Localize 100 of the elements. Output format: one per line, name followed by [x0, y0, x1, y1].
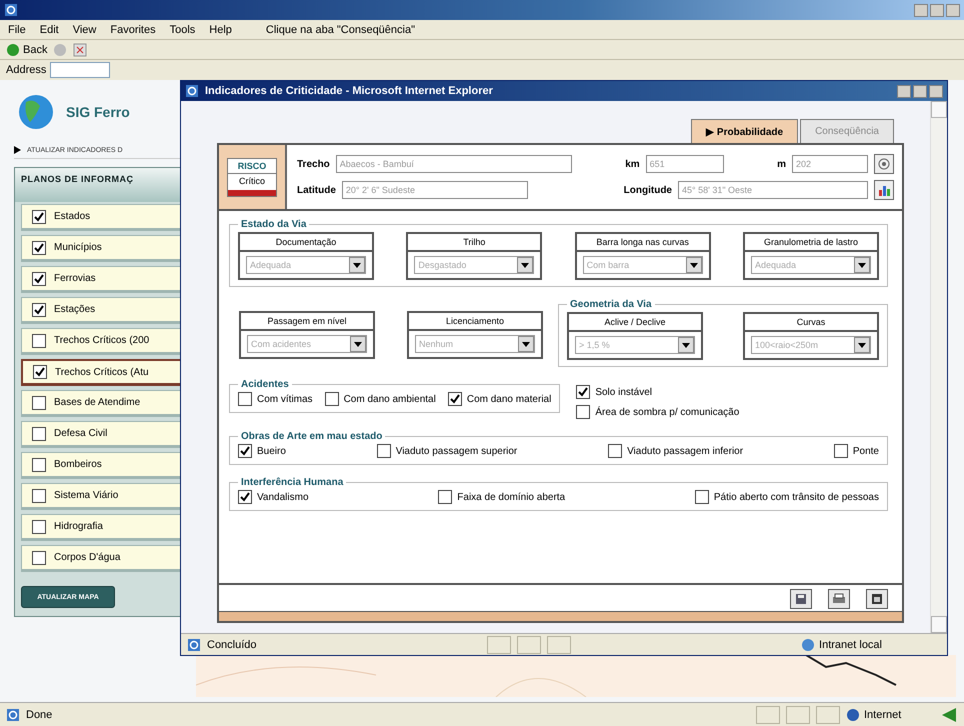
arrow-icon — [14, 146, 21, 154]
checkbox[interactable] — [32, 210, 46, 224]
target-icon — [878, 158, 890, 170]
section-title: Obras de Arte em mau estado — [240, 431, 384, 442]
close-button[interactable] — [946, 4, 960, 16]
menu-item[interactable]: View — [72, 24, 96, 36]
zone-label: Internet — [864, 708, 902, 720]
menu-item[interactable]: Tools — [170, 24, 196, 36]
status-text: Concluído — [207, 638, 257, 650]
back-button[interactable]: Back — [6, 42, 48, 56]
checkbox[interactable] — [32, 426, 46, 440]
checkbox[interactable] — [694, 490, 709, 504]
layer-label: Municípios — [54, 242, 102, 253]
checkbox-label: Vandalismo — [257, 492, 309, 502]
menu-item[interactable]: Favorites — [110, 24, 156, 36]
checkbox[interactable] — [32, 272, 46, 286]
status-pane — [816, 706, 840, 724]
bar-chart-icon — [878, 184, 890, 196]
checkbox[interactable] — [438, 490, 452, 504]
risk-label: RISCO — [228, 158, 276, 174]
checkbox[interactable] — [238, 392, 252, 406]
dropdown-arrow-icon — [858, 262, 866, 268]
checkbox[interactable] — [32, 396, 46, 410]
select-label: Licenciamento — [409, 313, 541, 331]
dropdown-arrow-icon — [682, 342, 690, 348]
minimize-button[interactable] — [914, 4, 928, 16]
globe-icon — [846, 708, 860, 722]
stop-icon[interactable] — [73, 42, 88, 56]
field-label: m — [777, 158, 786, 170]
browser-icon — [4, 3, 18, 17]
menu-item[interactable]: Help — [209, 24, 232, 36]
chart-button[interactable] — [874, 180, 894, 200]
zone-label: Intranet local — [819, 638, 882, 650]
checkbox[interactable] — [576, 385, 590, 399]
dropdown-arrow-icon — [521, 262, 530, 268]
dropdown-arrow-icon — [522, 342, 530, 346]
select-label: Documentação — [240, 234, 372, 252]
maximize-button[interactable] — [930, 4, 944, 16]
save-button[interactable] — [790, 589, 812, 609]
layer-label: Estações — [54, 304, 96, 315]
select-label: Aclive / Declive — [569, 314, 701, 332]
checkbox[interactable] — [32, 520, 46, 534]
section-title: Interferência Humana — [240, 477, 344, 488]
checkbox[interactable] — [32, 488, 46, 502]
layer-label: Sistema Viário — [54, 490, 118, 501]
page-icon — [6, 708, 20, 722]
arrow-icon — [942, 708, 958, 722]
menu-item[interactable]: File — [8, 24, 26, 36]
checkbox[interactable] — [32, 550, 46, 564]
menu-item[interactable]: Edit — [40, 24, 59, 36]
checkbox-label: Ponte — [852, 446, 879, 456]
checkbox[interactable] — [448, 392, 462, 406]
page-icon — [187, 638, 201, 652]
layer-label: Bases de Atendime — [54, 397, 140, 408]
select-label: Trilho — [408, 234, 540, 252]
checkbox[interactable] — [32, 334, 46, 348]
layer-label: Defesa Civil — [54, 428, 108, 439]
checkbox[interactable] — [238, 444, 252, 458]
checkbox[interactable] — [834, 444, 848, 458]
hint-text: Clique na aba "Conseqüência" — [266, 24, 416, 36]
checkbox-label: Viaduto passagem superior — [396, 446, 518, 456]
close-button[interactable] — [929, 84, 943, 98]
checkbox[interactable] — [32, 302, 46, 316]
address-field[interactable] — [50, 62, 110, 78]
status-pane — [486, 636, 511, 654]
checkbox-label: Área de sombra p/ comunicação — [595, 406, 740, 418]
field-label: Longitude — [624, 184, 672, 196]
checkbox-label: Viaduto passagem inferior — [627, 446, 744, 456]
layer-label: Corpos D'água — [54, 552, 120, 563]
print-button[interactable] — [828, 589, 850, 609]
checkbox[interactable] — [32, 240, 46, 254]
status-pane — [546, 636, 571, 654]
status-pane — [756, 706, 780, 724]
save-icon — [795, 593, 807, 605]
status-pane — [786, 706, 810, 724]
layer-label: Estados — [54, 211, 90, 222]
tab[interactable]: ▶ Probabilidade — [691, 119, 798, 143]
locate-button[interactable] — [874, 154, 894, 174]
checkbox[interactable] — [33, 365, 47, 379]
window-title: Indicadores de Criticidade - Microsoft Internet Explorer — [205, 85, 493, 97]
checkbox[interactable] — [324, 392, 339, 406]
back-icon — [6, 42, 20, 56]
checkbox[interactable] — [32, 458, 46, 472]
section-title: Estado da Via — [240, 219, 308, 230]
checkbox-label: Faixa de domínio aberta — [457, 492, 566, 502]
window-button[interactable] — [866, 589, 888, 609]
checkbox[interactable] — [608, 444, 622, 458]
checkbox[interactable] — [576, 405, 590, 419]
logo-text: SIG Ferro — [66, 104, 130, 120]
risk-value: Crítico — [228, 174, 276, 196]
field-label: km — [625, 158, 640, 170]
layer-label: Bombeiros — [54, 459, 102, 470]
dropdown-arrow-icon — [353, 262, 361, 268]
dropdown-arrow-icon — [858, 342, 866, 348]
minimize-button[interactable] — [897, 84, 911, 98]
dropdown-arrow-icon — [354, 342, 362, 346]
status-pane — [516, 636, 541, 654]
maximize-button[interactable] — [913, 84, 927, 98]
checkbox[interactable] — [376, 444, 391, 458]
checkbox[interactable] — [238, 490, 252, 504]
